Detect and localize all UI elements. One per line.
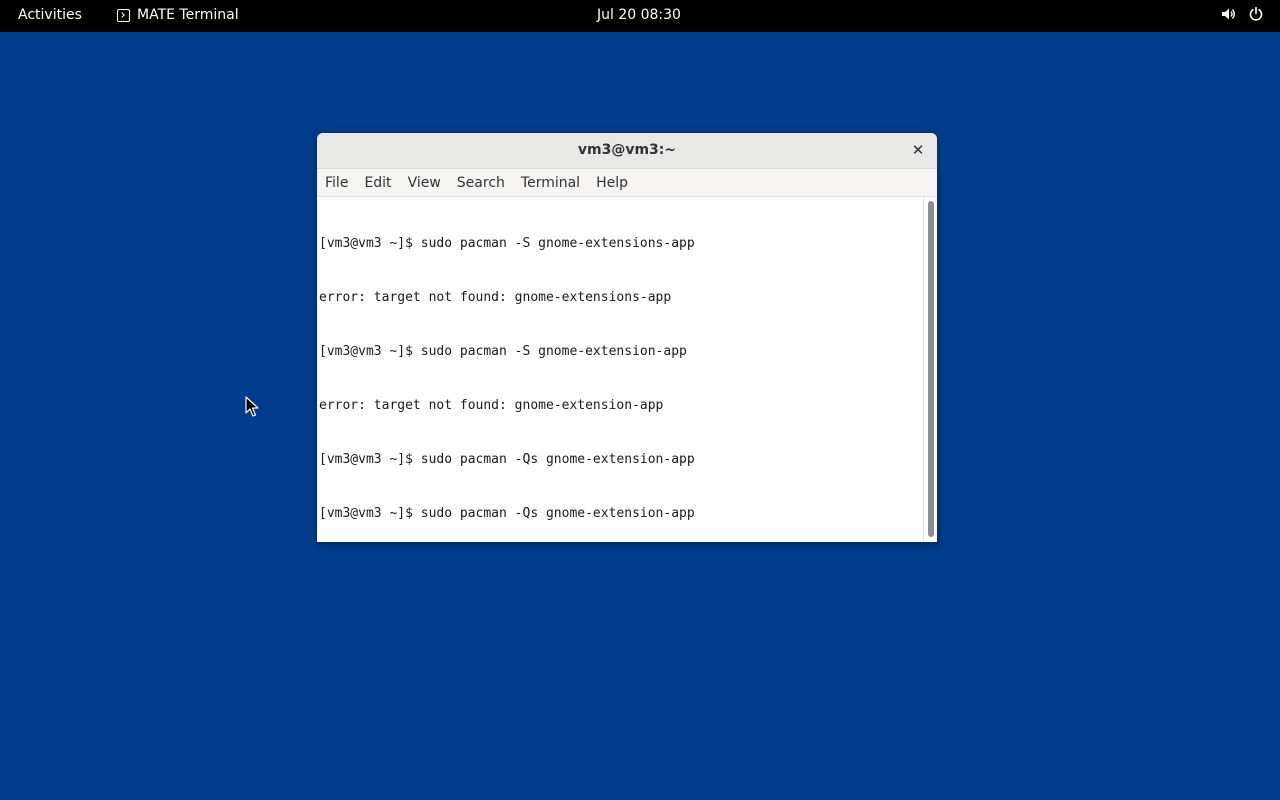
window-title: vm3@vm3:~ xyxy=(577,142,677,158)
scrollbar-thumb[interactable] xyxy=(928,201,934,537)
terminal-line: error: target not found: gnome-extension… xyxy=(319,290,672,305)
menu-terminal[interactable]: Terminal xyxy=(521,175,588,191)
clock[interactable]: Jul 20 08:30 xyxy=(597,7,681,23)
close-icon[interactable]: ✕ xyxy=(908,140,928,160)
terminal-icon xyxy=(117,8,130,22)
menu-help[interactable]: Help xyxy=(596,175,636,191)
terminal-output-area[interactable]: [vm3@vm3 ~]$ sudo pacman -S gnome-extens… xyxy=(317,197,937,542)
system-tray[interactable] xyxy=(1220,6,1264,22)
app-menu-button[interactable]: MATE Terminal xyxy=(117,7,239,23)
mouse-pointer-icon xyxy=(245,396,259,422)
terminal-line: error: target not found: gnome-extension… xyxy=(319,398,664,413)
menu-search[interactable]: Search xyxy=(457,175,513,191)
volume-icon[interactable] xyxy=(1220,6,1236,22)
app-menu-label: MATE Terminal xyxy=(137,7,239,23)
vertical-scrollbar[interactable] xyxy=(923,197,937,542)
menu-view[interactable]: View xyxy=(408,175,449,191)
terminal-text: [vm3@vm3 ~]$ sudo pacman -S gnome-extens… xyxy=(319,199,919,542)
terminal-line: [vm3@vm3 ~]$ sudo pacman -Qs gnome-exten… xyxy=(319,506,695,521)
terminal-line: [vm3@vm3 ~]$ sudo pacman -S gnome-extens… xyxy=(319,236,695,251)
top-bar: Activities MATE Terminal Jul 20 08:30 xyxy=(0,0,1280,32)
terminal-line: [vm3@vm3 ~]$ sudo pacman -S gnome-extens… xyxy=(319,344,687,359)
terminal-line: [vm3@vm3 ~]$ sudo pacman -Qs gnome-exten… xyxy=(319,452,695,467)
terminal-window[interactable]: vm3@vm3:~ ✕ File Edit View Search Termin… xyxy=(317,133,937,542)
activities-button[interactable]: Activities xyxy=(18,7,82,23)
menu-edit[interactable]: Edit xyxy=(364,175,399,191)
menu-file[interactable]: File xyxy=(325,175,356,191)
window-titlebar[interactable]: vm3@vm3:~ ✕ xyxy=(317,133,937,169)
menu-bar: File Edit View Search Terminal Help xyxy=(317,169,937,197)
power-icon[interactable] xyxy=(1248,6,1264,22)
